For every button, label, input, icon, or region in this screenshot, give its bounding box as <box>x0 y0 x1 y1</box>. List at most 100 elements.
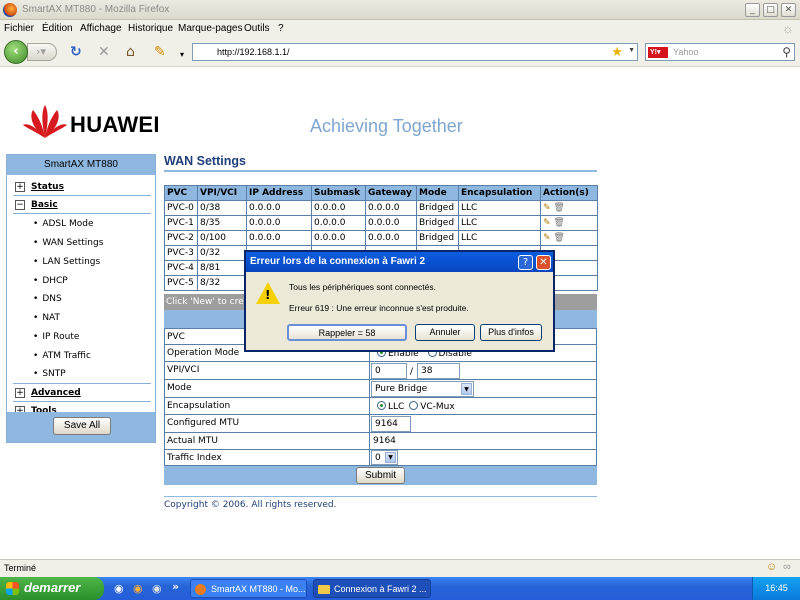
traffic-index-label: Traffic Index <box>167 453 222 463</box>
more-info-button[interactable]: Plus d'infos <box>480 324 542 341</box>
table-cell: PVC-5 <box>164 275 198 291</box>
show-desktop-icon[interactable]: ◉ <box>114 582 124 595</box>
table-cell: PVC-2 <box>164 230 198 246</box>
stop-icon[interactable]: ✕ <box>98 45 110 59</box>
taskbar-item-connection[interactable]: Connexion à Fawri 2 ... <box>313 579 431 598</box>
menu-affichage[interactable]: Affichage <box>80 23 122 34</box>
taskbar-item-label: SmartAX MT880 - Mo... <box>211 584 306 594</box>
chevron-down-icon[interactable]: ▼ <box>461 383 472 395</box>
yahoo-icon[interactable]: Y!▾ <box>648 47 668 58</box>
vci-input[interactable]: 38 <box>417 363 460 379</box>
delete-icon[interactable]: 🗑 <box>553 233 564 243</box>
sidebar-item-wan-settings[interactable]: WAN Settings <box>33 238 103 248</box>
submit-button[interactable]: Submit <box>356 467 405 484</box>
maximize-button[interactable]: □ <box>763 3 778 17</box>
sidebar-section-status[interactable]: + Status <box>15 182 64 192</box>
status-bar: Terminé ☺ ∞ <box>0 559 800 577</box>
mode-value: Pure Bridge <box>375 384 428 394</box>
url-bar[interactable]: http://192.168.1.1/ ★ ▼ <box>192 43 638 61</box>
url-dropdown-icon[interactable]: ▼ <box>628 47 635 54</box>
menu-help[interactable]: ? <box>278 23 284 34</box>
start-button[interactable]: demarrer <box>0 577 104 600</box>
edit-icon[interactable]: ✎ <box>543 218 551 228</box>
windows-logo-icon <box>6 582 19 595</box>
error-dialog: Erreur lors de la connexion à Fawri 2 ? … <box>244 250 555 352</box>
sidebar-item-adsl-mode[interactable]: ADSL Mode <box>33 219 93 229</box>
help-icon[interactable]: ? <box>518 255 533 270</box>
window-title: SmartAX MT880 - Mozilla Firefox <box>22 4 170 15</box>
status-text: Terminé <box>4 563 37 573</box>
back-button[interactable]: ‹ <box>4 40 28 64</box>
sidebar-item-ip-route[interactable]: IP Route <box>33 332 79 342</box>
save-all-button[interactable]: Save All <box>53 417 111 435</box>
divider <box>13 401 151 402</box>
traffic-index-select[interactable]: 0 ▼ <box>371 450 398 465</box>
dropdown-arrow-icon[interactable]: ▾ <box>180 48 184 62</box>
search-icon[interactable]: ⚲ <box>782 45 791 59</box>
vpi-input[interactable]: 0 <box>371 363 407 379</box>
cancel-button[interactable]: Annuler <box>415 324 475 341</box>
addon-icon[interactable]: ☺ <box>766 561 777 573</box>
system-tray: 16:45 <box>752 577 800 600</box>
chevron-down-icon[interactable]: ▼ <box>385 452 396 463</box>
table-cell: LLC <box>458 230 541 246</box>
bookmark-star-icon[interactable]: ★ <box>611 44 623 60</box>
table-row: PVC-2 0/100 0.0.0.0 0.0.0.0 0.0.0.0 Bridged LL… <box>164 230 598 246</box>
vpivci-label: VPI/VCI <box>167 365 200 375</box>
table-row: PVC-0 0/38 0.0.0.0 0.0.0.0 0.0.0.0 Bridged LLC… <box>164 200 598 216</box>
chrome-quicklaunch-icon[interactable]: ◉ <box>152 582 162 595</box>
menu-edition[interactable]: Édition <box>42 23 73 34</box>
llc-radio[interactable] <box>377 401 386 410</box>
sidebar-section-advanced[interactable]: + Advanced <box>15 388 81 398</box>
forward-button[interactable]: ›▾ <box>27 43 57 61</box>
dialog-title: Erreur lors de la connexion à Fawri 2 <box>246 252 553 272</box>
redial-button[interactable]: Rappeler = 58 <box>287 324 407 341</box>
sidebar-item-dns[interactable]: DNS <box>33 294 61 304</box>
firefox-quicklaunch-icon[interactable]: ◉ <box>133 582 143 595</box>
close-window-button[interactable]: ✕ <box>781 3 796 17</box>
edit-icon[interactable]: ✎ <box>543 233 551 243</box>
home-icon[interactable]: ⌂ <box>126 45 135 59</box>
clock[interactable]: 16:45 <box>765 583 788 593</box>
table-cell: LLC <box>458 200 541 216</box>
taskbar-item-label: Connexion à Fawri 2 ... <box>334 584 427 594</box>
menu-historique[interactable]: Historique <box>128 23 173 34</box>
status-ring-icon[interactable]: ∞ <box>783 561 791 573</box>
close-icon[interactable]: ✕ <box>536 255 551 270</box>
section-label: Status <box>31 182 64 192</box>
col-vpivci: VPI/VCI <box>197 185 247 201</box>
sidebar-item-atm-traffic[interactable]: ATM Traffic <box>33 351 91 361</box>
delete-icon[interactable]: 🗑 <box>553 218 564 228</box>
delete-icon[interactable]: 🗑 <box>553 203 564 213</box>
actions-cell: ✎ 🗑 <box>540 215 598 231</box>
vcmux-label: VC-Mux <box>420 402 455 412</box>
sidebar-item-lan-settings[interactable]: LAN Settings <box>33 257 100 267</box>
col-ip-address: IP Address <box>246 185 312 201</box>
sidebar-item-nat[interactable]: NAT <box>33 313 60 323</box>
reload-icon[interactable]: ↻ <box>70 45 82 59</box>
expand-icon[interactable]: + <box>15 182 25 192</box>
col-submask: Submask <box>311 185 366 201</box>
minimize-button[interactable]: _ <box>745 3 760 17</box>
sidebar-item-sntp[interactable]: SNTP <box>33 369 65 379</box>
mode-select[interactable]: Pure Bridge ▼ <box>371 381 474 397</box>
table-cell: 0/100 <box>197 230 247 246</box>
table-cell: Bridged <box>416 200 459 216</box>
edit-pencil-icon[interactable]: ✎ <box>154 45 166 59</box>
taskbar-item-firefox[interactable]: SmartAX MT880 - Mo... <box>190 579 307 598</box>
expand-icon[interactable]: + <box>15 388 25 398</box>
menu-outils[interactable]: Outils <box>244 23 270 34</box>
configured-mtu-label: Configured MTU <box>167 418 240 428</box>
actual-mtu-label: Actual MTU <box>167 436 218 446</box>
search-box[interactable]: Y!▾ Yahoo ⚲ <box>645 43 795 61</box>
edit-icon[interactable]: ✎ <box>543 203 551 213</box>
menu-fichier[interactable]: Fichier <box>4 23 34 34</box>
sidebar-section-basic[interactable]: − Basic <box>15 200 58 210</box>
sidebar-item-dhcp[interactable]: DHCP <box>33 276 67 286</box>
configured-mtu-input[interactable]: 9164 <box>371 416 411 432</box>
quicklaunch-expand-icon[interactable]: » <box>172 580 179 593</box>
mode-label: Mode <box>167 383 192 393</box>
vcmux-radio[interactable] <box>409 401 419 410</box>
collapse-icon[interactable]: − <box>15 200 25 210</box>
menu-marque-pages[interactable]: Marque-pages <box>178 23 242 34</box>
